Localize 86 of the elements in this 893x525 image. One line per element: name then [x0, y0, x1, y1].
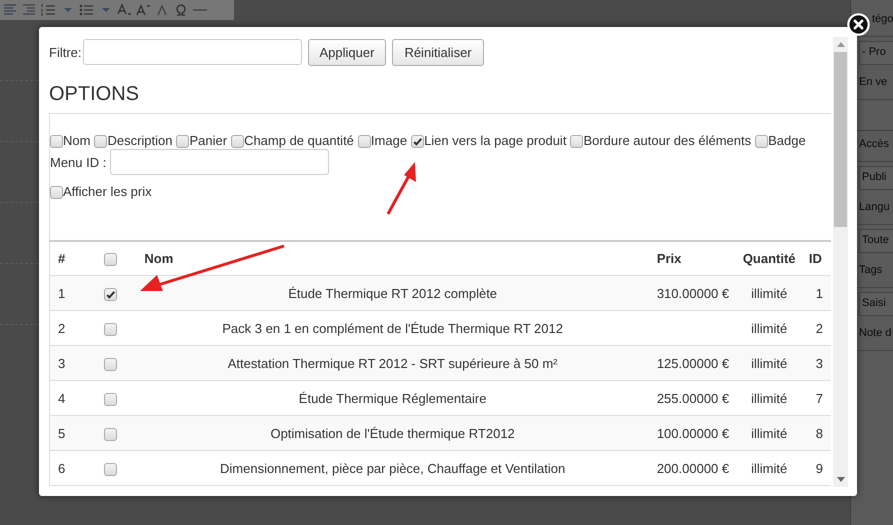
table-cell: Étude Thermique RT 2012 complète — [288, 286, 498, 300]
checkbox[interactable] — [411, 135, 424, 148]
table-cell: 5 — [58, 426, 66, 440]
checkbox[interactable] — [570, 135, 584, 148]
table-cell: 3 — [816, 356, 823, 370]
option-label: Description — [107, 132, 172, 148]
checkbox[interactable] — [94, 135, 108, 148]
column-header: Quantité — [742, 251, 796, 266]
table-cell: 9 — [816, 460, 823, 476]
table-cell: 8 — [816, 426, 823, 440]
sidebar-label: En ve — [859, 76, 888, 88]
table-cell: Dimensionnement, pièce par pièce, Chauffage et Ventilation — [220, 460, 566, 476]
table-cell: illimité — [751, 426, 788, 440]
column-header: ID — [808, 251, 822, 266]
table-cell: 6 — [58, 460, 66, 476]
option-label: Badge — [768, 132, 806, 148]
table-cell: 2 — [816, 320, 823, 336]
table-cell: 3 — [58, 356, 66, 370]
table-cell: 255.00000 € — [656, 390, 730, 406]
checkbox[interactable] — [104, 322, 118, 336]
sidebar-field[interactable]: Saisi — [859, 292, 893, 316]
filter-field[interactable] — [82, 39, 302, 65]
option-label: Nom — [63, 132, 90, 148]
table-cell: illimité — [751, 356, 788, 370]
sidebar-field[interactable]: Publi — [859, 166, 893, 190]
superscript-icon[interactable] — [135, 2, 151, 18]
table-cell: 100.00000 € — [656, 426, 730, 440]
table-cell: Attestation Thermique RT 2012 - SRT supérieure à 50 m² — [228, 356, 558, 370]
checkbox[interactable] — [755, 135, 768, 148]
table-cell: Optimisation de l'Étude thermique RT2012 — [270, 426, 515, 440]
checkbox[interactable] — [50, 186, 63, 199]
table-cell: 1 — [58, 286, 66, 300]
table-cell: illimité — [751, 390, 788, 406]
sidebar-label: Accès — [859, 138, 889, 150]
scroll-down-icon[interactable] — [836, 477, 844, 482]
sidebar-label: Langu — [859, 201, 890, 213]
sidebar-field[interactable]: - Pro — [859, 41, 893, 65]
table-cell: 200.00000 € — [656, 460, 730, 476]
sidebar-label: Note d — [859, 327, 892, 339]
numbered-list-icon[interactable] — [40, 2, 56, 18]
close-icon[interactable] — [847, 13, 870, 36]
checkbox[interactable] — [104, 288, 118, 301]
filter-label: Filtre: — [49, 44, 82, 60]
table-cell: illimité — [751, 286, 788, 300]
table-cell: 125.00000 € — [656, 356, 730, 370]
subscript-icon[interactable] — [116, 2, 132, 18]
checkbox[interactable] — [50, 135, 63, 148]
checkbox[interactable] — [104, 392, 118, 406]
checkbox[interactable] — [176, 135, 190, 148]
option-label: Panier — [189, 132, 228, 148]
dialog-button[interactable]: Appliquer — [308, 38, 386, 66]
checkbox[interactable] — [104, 428, 118, 441]
column-header: Prix — [656, 251, 682, 266]
table-cell: 7 — [816, 390, 823, 406]
table-cell: 2 — [58, 320, 66, 336]
checkbox[interactable] — [231, 135, 244, 148]
scrollbar[interactable] — [833, 37, 848, 487]
table-cell: illimité — [751, 460, 788, 476]
option-label: Champ de quantité — [244, 132, 354, 148]
sidebar-field[interactable]: Toute — [859, 229, 893, 253]
dialog-button[interactable]: Réinitialiser — [392, 38, 484, 66]
section-heading: OPTIONS — [49, 83, 140, 105]
menu-id-field[interactable] — [110, 149, 330, 175]
sidebar-label: tégo — [872, 13, 893, 25]
table-cell: 1 — [816, 286, 823, 300]
option-label: Bordure autour des éléments — [583, 132, 752, 148]
column-header: # — [58, 251, 66, 266]
checkbox[interactable] — [104, 462, 118, 476]
bullet-list-icon[interactable] — [78, 2, 94, 18]
checkbox[interactable] — [104, 358, 118, 371]
table-cell: Pack 3 en 1 en complément de l'Étude Thermique RT 2012 — [222, 320, 563, 336]
option-label: Afficher les prix — [63, 184, 152, 198]
scrollbar-thumb[interactable] — [834, 52, 847, 227]
option-label: Image — [370, 132, 408, 148]
table-cell: Étude Thermique Réglementaire — [298, 390, 486, 406]
scroll-up-icon[interactable] — [836, 42, 844, 47]
table-cell: 4 — [58, 390, 66, 406]
column-header: Nom — [144, 251, 174, 266]
table-cell: illimité — [751, 320, 788, 336]
menu-id-label: Menu ID : — [50, 154, 106, 170]
table-cell: 310.00000 € — [656, 286, 730, 300]
align-icon[interactable] — [2, 2, 18, 18]
checkbox[interactable] — [358, 135, 371, 148]
option-label: Lien vers la page produit — [424, 132, 566, 148]
sidebar-label: Tags — [859, 264, 882, 276]
checkbox[interactable] — [104, 253, 118, 266]
